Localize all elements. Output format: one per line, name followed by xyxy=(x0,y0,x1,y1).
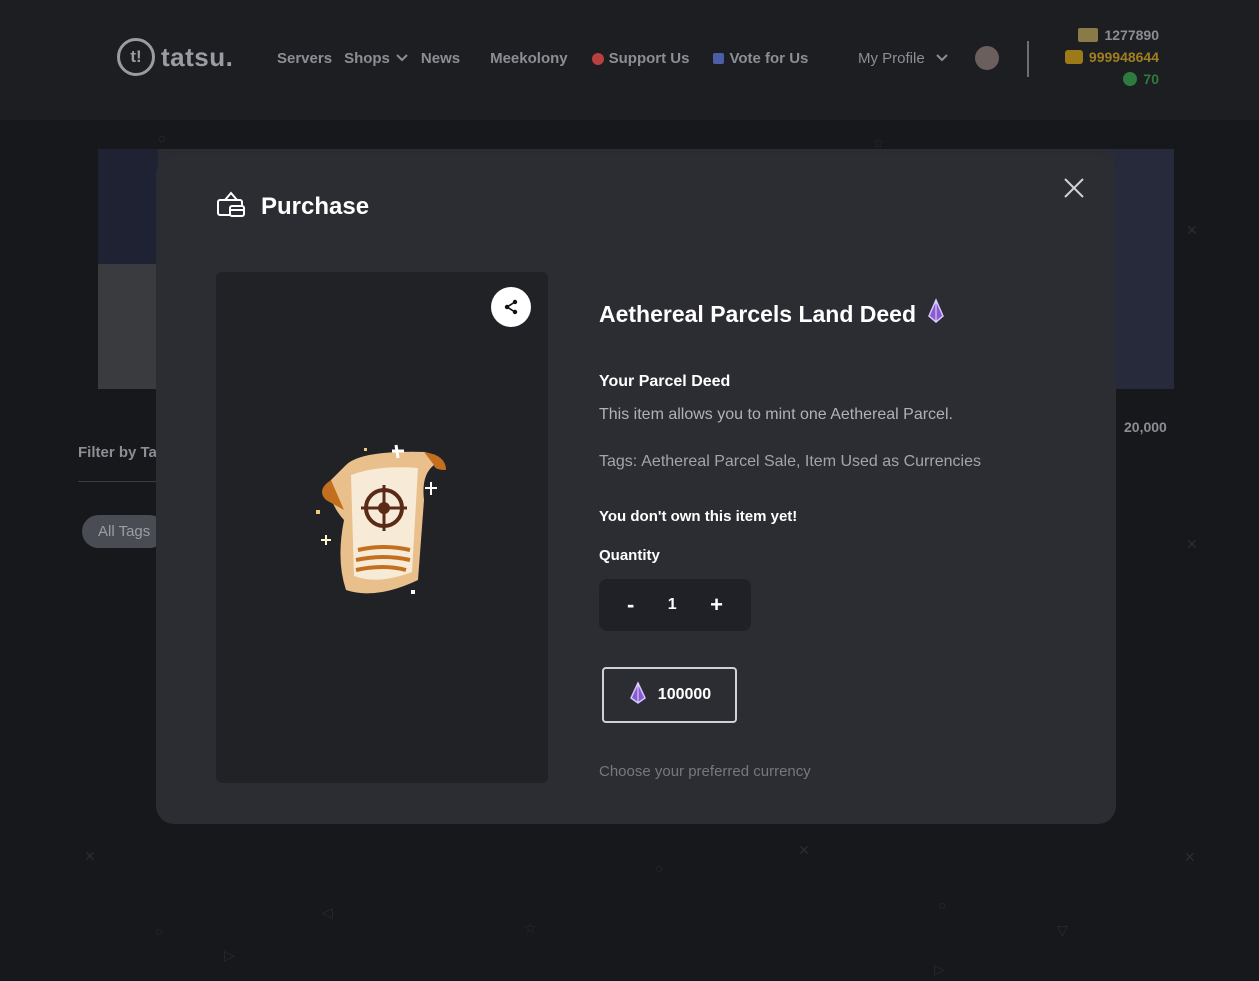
nav-vote-label: Vote for Us xyxy=(729,50,809,67)
filter-by-tags-label: Filter by Ta xyxy=(78,444,157,461)
banner-art-left-bottom xyxy=(98,264,158,389)
filter-divider xyxy=(78,481,168,482)
logo-text: tatsu. xyxy=(161,41,234,72)
tokens-value: 999948644 xyxy=(1088,49,1159,65)
nav-support-us[interactable]: Support Us xyxy=(591,50,690,67)
modal-title: Purchase xyxy=(261,192,370,220)
item-name: Aethereal Parcels Land Deed xyxy=(599,300,917,327)
ownership-note: You don't own this item yet! xyxy=(599,508,798,525)
purchase-modal: Purchase Aethereal Parcels Land Deed You… xyxy=(156,156,1116,824)
gem-icon xyxy=(926,298,946,330)
rep-value: 70 xyxy=(1143,71,1159,87)
bg-triangle-shape: ▷ xyxy=(224,947,235,963)
nav-support-label: Support Us xyxy=(608,50,690,67)
currency-option-button[interactable]: 100000 xyxy=(602,667,737,723)
quantity-stepper: - 1 + xyxy=(599,579,751,631)
quantity-value[interactable]: 1 xyxy=(668,596,677,614)
item-subheading: Your Parcel Deed xyxy=(599,373,731,390)
currency-hint: Choose your preferred currency xyxy=(599,763,811,780)
bg-circle-shape: ○ xyxy=(158,130,167,146)
bg-cross-shape: ✕ xyxy=(1184,849,1196,865)
tokens-balance: 999948644 xyxy=(1064,49,1159,65)
all-tags-pill[interactable]: All Tags xyxy=(82,515,167,548)
my-profile-menu[interactable]: My Profile xyxy=(858,50,949,67)
bg-cross-shape: ✕ xyxy=(1186,222,1198,238)
bg-triangle-shape: ▷ xyxy=(934,961,945,977)
bg-triangle-shape: ◁ xyxy=(322,904,333,920)
price-value: 100000 xyxy=(657,686,712,703)
chevron-down-icon xyxy=(935,50,949,67)
banner-art-right xyxy=(1114,149,1174,389)
gem-icon xyxy=(628,680,648,710)
tags-value: Aethereal Parcel Sale, Item Used as Curr… xyxy=(641,453,981,470)
item-description: This item allows you to mint one Aethere… xyxy=(599,406,953,423)
nav-news[interactable]: News xyxy=(421,50,460,67)
bg-triangle-shape: ▽ xyxy=(1057,922,1068,938)
share-icon xyxy=(504,299,518,315)
decrement-button[interactable]: - xyxy=(627,594,634,616)
credits-balance: 1277890 xyxy=(1078,27,1159,43)
rep-balance: 70 xyxy=(1123,71,1159,87)
nav-vote-for-us[interactable]: Vote for Us xyxy=(713,50,808,67)
bg-circle-shape: ○ xyxy=(155,923,164,939)
bg-cross-shape: ✕ xyxy=(84,848,96,864)
bg-cross-shape: ✕ xyxy=(1186,536,1198,552)
close-icon xyxy=(1064,178,1084,198)
bg-circle-shape: ○ xyxy=(655,860,664,876)
rep-icon xyxy=(1123,72,1138,86)
bg-cross-shape: ✕ xyxy=(798,842,810,858)
credits-value: 1277890 xyxy=(1104,27,1159,43)
logo-icon: t! xyxy=(117,38,155,76)
land-deed-scroll-image xyxy=(306,440,456,610)
bg-circle-shape: ○ xyxy=(938,897,947,913)
nav-meekolony[interactable]: Meekolony xyxy=(490,50,568,67)
nav-links: Servers Shops News Meekolony Support Us … xyxy=(277,50,820,67)
profile-label: My Profile xyxy=(858,50,925,67)
item-tags: Tags: Aethereal Parcel Sale, Item Used a… xyxy=(599,453,1079,471)
credits-icon xyxy=(1078,28,1099,42)
avatar[interactable] xyxy=(975,46,999,70)
tokens-icon xyxy=(1064,50,1083,64)
modal-header: Purchase xyxy=(215,188,369,225)
vote-icon xyxy=(713,53,725,64)
item-details: Aethereal Parcels Land Deed Your Parcel … xyxy=(599,296,1079,780)
nav-servers[interactable]: Servers xyxy=(277,50,332,67)
nav-shops-label: Shops xyxy=(344,50,390,67)
nav-shops[interactable]: Shops xyxy=(344,50,409,67)
share-button[interactable] xyxy=(491,287,531,327)
item-title: Aethereal Parcels Land Deed xyxy=(599,296,1079,332)
close-button[interactable] xyxy=(1060,174,1088,202)
tatsu-logo[interactable]: t! tatsu. xyxy=(117,38,233,76)
nav-divider xyxy=(1027,41,1029,77)
shopping-basket-icon xyxy=(215,188,247,225)
chevron-down-icon xyxy=(395,52,409,66)
item-image-panel xyxy=(216,272,548,783)
background-item-price: 20,000 xyxy=(1124,419,1167,435)
top-navbar: t! tatsu. Servers Shops News Meekolony S… xyxy=(0,0,1259,120)
bg-star-shape: ☆ xyxy=(524,920,537,936)
heart-icon xyxy=(591,52,604,65)
quantity-label: Quantity xyxy=(599,547,660,564)
increment-button[interactable]: + xyxy=(710,594,723,616)
balances: 1277890 999948644 70 xyxy=(1064,27,1159,87)
tags-label: Tags: xyxy=(599,453,638,470)
